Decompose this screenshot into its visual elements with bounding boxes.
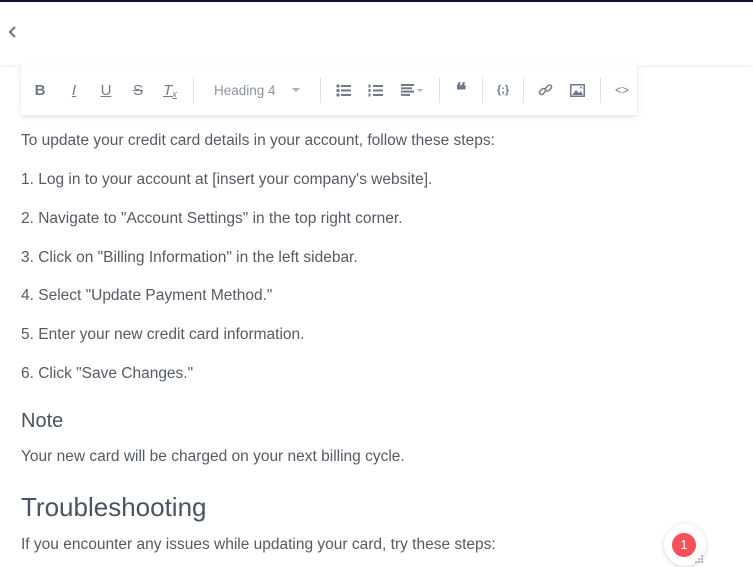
italic-button[interactable]: I [59, 65, 89, 115]
clear-format-icon: T [163, 81, 173, 99]
numbered-list-icon [368, 84, 383, 96]
align-left-icon [401, 84, 423, 96]
intro-paragraph: To update your credit card details in yo… [21, 132, 495, 149]
numbered-list-button[interactable] [359, 65, 391, 115]
header-bar [0, 2, 753, 65]
bullet-list-icon [335, 83, 351, 97]
strikethrough-button[interactable]: S [123, 65, 153, 115]
source-code-button[interactable]: <> [607, 65, 637, 115]
divider [193, 77, 194, 103]
blockquote-button[interactable]: ❝ [446, 65, 476, 115]
link-icon [538, 83, 552, 95]
step-item: 6. Click "Save Changes." [21, 365, 194, 382]
link-button[interactable] [530, 65, 560, 115]
align-button[interactable] [391, 65, 433, 115]
source-code-icon: <> [614, 83, 629, 97]
underline-button[interactable]: U [89, 65, 123, 115]
image-icon [569, 83, 585, 97]
step-item: 4. Select "Update Payment Method." [21, 287, 273, 304]
editor-toolbar: B I U S Tx Heading 4 ❝ {;} <> [21, 65, 637, 115]
chevron-left-icon [8, 26, 16, 38]
quote-icon: ❝ [455, 78, 467, 102]
note-paragraph: Your new card will be charged on your ne… [21, 448, 405, 465]
caret-down-icon [292, 88, 300, 92]
divider [320, 77, 321, 103]
code-block-icon: {;} [496, 84, 510, 96]
heading-select[interactable]: Heading 4 [200, 65, 314, 115]
clear-format-button[interactable]: Tx [153, 65, 187, 115]
code-block-button[interactable]: {;} [489, 65, 517, 115]
strikethrough-icon: S [132, 81, 143, 99]
step-item: 1. Log in to your account at [insert you… [21, 171, 433, 188]
notification-count-badge: 1 [672, 533, 696, 557]
divider [439, 77, 440, 103]
bold-icon: B [34, 81, 46, 99]
step-item: 5. Enter your new credit card informatio… [21, 326, 305, 343]
divider [600, 77, 601, 103]
resize-grip-icon[interactable] [694, 554, 704, 564]
bold-button[interactable]: B [21, 65, 59, 115]
heading-select-value: Heading 4 [214, 82, 276, 98]
italic-icon: I [71, 81, 77, 99]
step-item: 2. Navigate to "Account Settings" in the… [21, 210, 403, 227]
note-heading: Note [21, 410, 64, 432]
back-button[interactable] [6, 24, 22, 44]
image-button[interactable] [560, 65, 594, 115]
step-item: 3. Click on "Billing Information" in the… [21, 249, 358, 266]
notification-widget[interactable]: 1 [664, 524, 706, 566]
underline-icon: U [100, 81, 112, 99]
divider [482, 77, 483, 103]
clear-format-x: x [172, 89, 177, 99]
divider [523, 77, 524, 103]
troubleshooting-heading: Troubleshooting [21, 492, 207, 522]
bullet-list-button[interactable] [327, 65, 359, 115]
troubleshooting-paragraph: If you encounter any issues while updati… [21, 536, 496, 553]
